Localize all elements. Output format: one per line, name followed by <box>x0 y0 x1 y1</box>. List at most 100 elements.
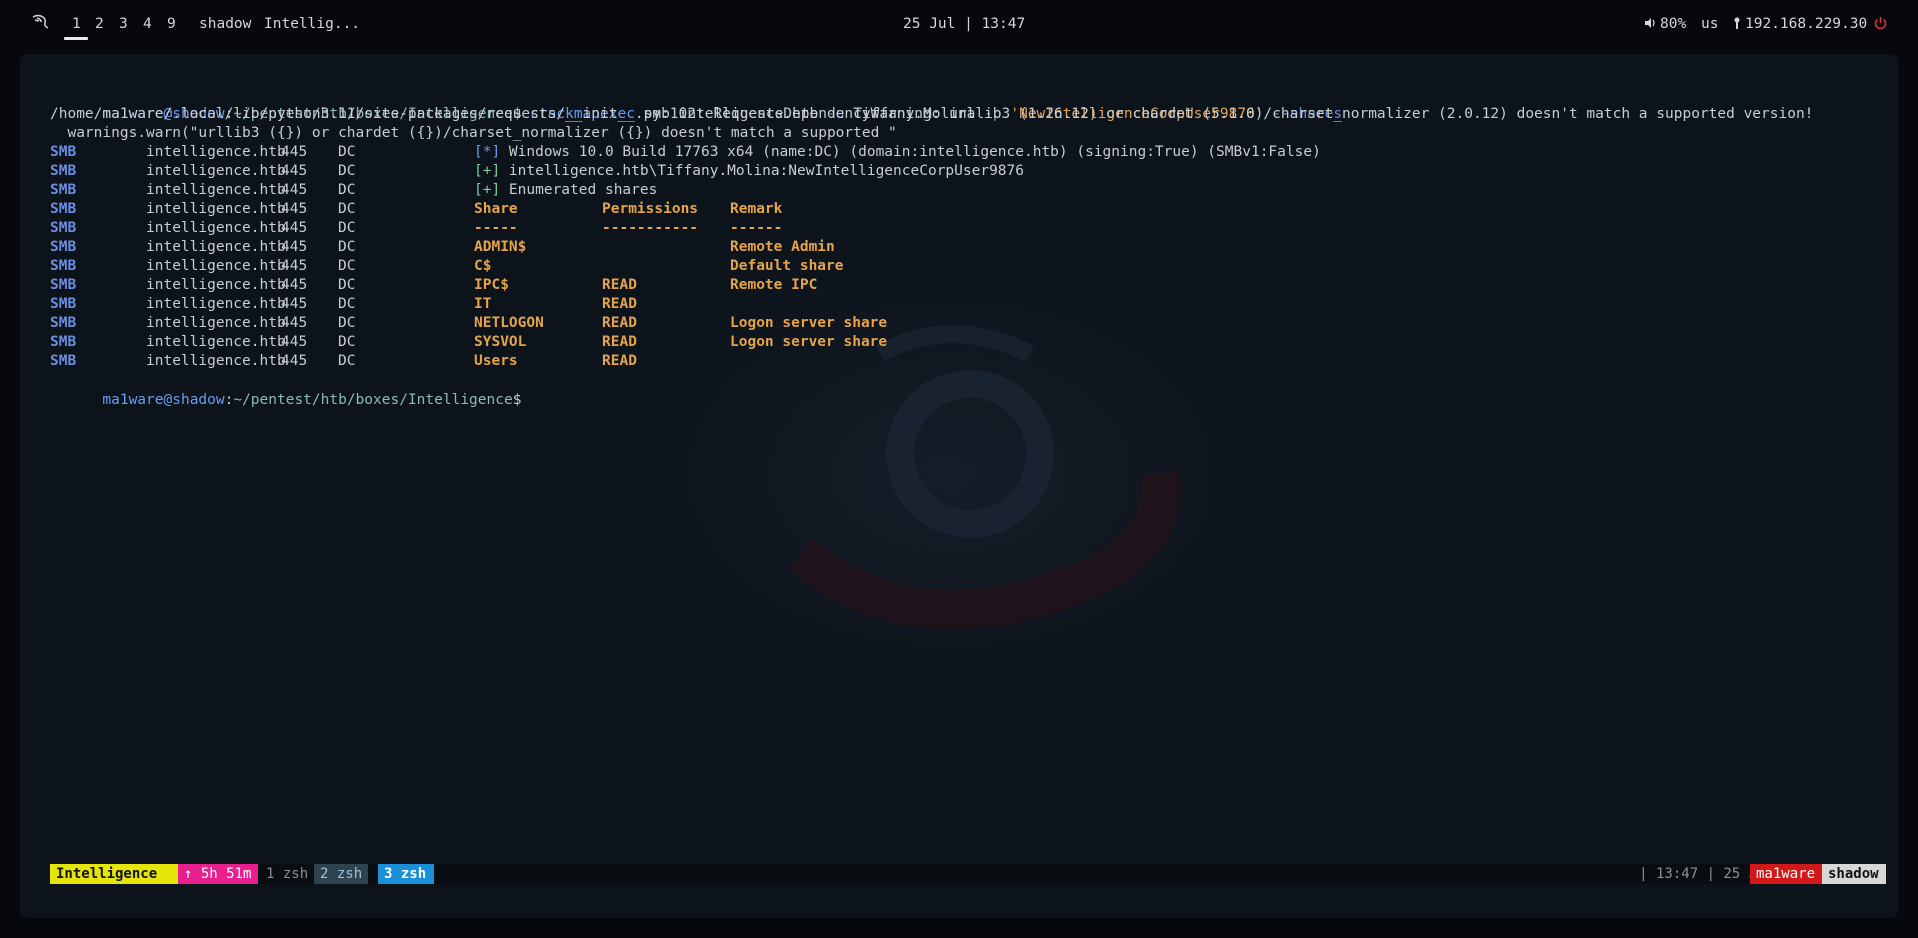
kali-dragon-icon[interactable] <box>32 13 50 33</box>
share-name: Users <box>474 353 518 369</box>
share-row: SMB intelligence.htb 445 DC Users READ <box>50 352 1880 371</box>
smb-host: intelligence.htb <box>146 201 286 217</box>
terminal-window[interactable]: ma1ware@shadow:~/pentest/htb/boxes/Intel… <box>20 54 1898 918</box>
smb-host: intelligence.htb <box>146 163 286 179</box>
divider-remark: ------ <box>730 220 783 236</box>
tmux-uptime: ↑ 5h 51m <box>178 864 258 884</box>
smb-name: DC <box>338 296 356 312</box>
keyboard-layout[interactable]: us <box>1701 16 1718 32</box>
smb-message: intelligence.htb\Tiffany.Molina:NewIntel… <box>500 163 1024 179</box>
volume-level[interactable]: 80% <box>1660 16 1686 32</box>
command-line: ma1ware@shadow:~/pentest/htb/boxes/Intel… <box>50 86 1880 122</box>
smb-host: intelligence.htb <box>146 144 286 160</box>
smb-status-tag: [*] <box>474 144 501 160</box>
clock-date[interactable]: 25 Jul | 13:47 <box>903 16 1025 32</box>
smb-name: DC <box>338 201 356 217</box>
tmux-user: ma1ware <box>1750 864 1822 884</box>
share-row: SMB intelligence.htb 445 DC NETLOGON REA… <box>50 314 1880 333</box>
session-name: Intelligence <box>56 866 158 882</box>
smb-host: intelligence.htb <box>146 258 286 274</box>
smb-name: DC <box>338 163 356 179</box>
window-title[interactable]: Intellig... <box>264 16 360 32</box>
smb-proto: SMB <box>50 220 77 236</box>
smb-port: 445 <box>281 258 308 274</box>
smb-row: SMB intelligence.htb 445 DC [+] Enumerat… <box>50 181 1880 200</box>
text-cursor <box>521 390 530 407</box>
share-permission: READ <box>602 315 637 331</box>
share-table-divider: SMB intelligence.htb 445 DC ----- ------… <box>50 219 1880 238</box>
share-remark: Remote Admin <box>730 239 835 255</box>
share-remark: Logon server share <box>730 334 888 350</box>
workspace-3[interactable]: 3 <box>119 16 128 32</box>
smb-row: SMB intelligence.htb 445 DC [*] Windows … <box>50 143 1880 162</box>
smb-row: SMB intelligence.htb 445 DC [+] intellig… <box>50 162 1880 181</box>
share-name: NETLOGON <box>474 315 544 331</box>
smb-proto: SMB <box>50 144 77 160</box>
terminal-output: ma1ware@shadow:~/pentest/htb/boxes/Intel… <box>50 86 1880 408</box>
share-name: SYSVOL <box>474 334 527 350</box>
share-row: SMB intelligence.htb 445 DC IPC$ READ Re… <box>50 276 1880 295</box>
tmux-window-1[interactable]: 1 zsh <box>260 864 310 884</box>
share-remark: Default share <box>730 258 844 274</box>
smb-proto: SMB <box>50 334 77 350</box>
smb-proto: SMB <box>50 315 77 331</box>
smb-name: DC <box>338 239 356 255</box>
tmux-session[interactable]: Intelligence <box>50 864 178 884</box>
share-name: ADMIN$ <box>474 239 527 255</box>
workspace-1[interactable]: 1 <box>72 16 81 32</box>
smb-name: DC <box>338 334 356 350</box>
smb-port: 445 <box>281 239 308 255</box>
workspace-9[interactable]: 9 <box>167 16 176 32</box>
smb-proto: SMB <box>50 163 77 179</box>
power-icon[interactable] <box>1874 16 1887 34</box>
warning-line-1: /home/ma1ware/.local/lib/python3.11/site… <box>50 106 1814 122</box>
smb-host: intelligence.htb <box>146 239 286 255</box>
column-header-remark: Remark <box>730 201 783 217</box>
share-table-header: SMB intelligence.htb 445 DC Share Permis… <box>50 200 1880 219</box>
smb-proto: SMB <box>50 201 77 217</box>
smb-port: 445 <box>281 163 308 179</box>
smb-status-tag: [+] <box>474 182 501 198</box>
workspace-4[interactable]: 4 <box>143 16 152 32</box>
column-header-permissions: Permissions <box>602 201 699 217</box>
smb-proto: SMB <box>50 239 77 255</box>
smb-host: intelligence.htb <box>146 182 286 198</box>
smb-port: 445 <box>281 296 308 312</box>
share-row: SMB intelligence.htb 445 DC SYSVOL READ … <box>50 333 1880 352</box>
network-icon <box>1733 17 1741 33</box>
workspace-2[interactable]: 2 <box>95 16 104 32</box>
smb-proto: SMB <box>50 353 77 369</box>
volume-icon[interactable] <box>1644 17 1656 33</box>
share-row: SMB intelligence.htb 445 DC IT READ <box>50 295 1880 314</box>
share-remark: Logon server share <box>730 315 888 331</box>
share-permission: READ <box>602 353 637 369</box>
share-name: C$ <box>474 258 492 274</box>
current-prompt[interactable]: ma1ware@shadow:~/pentest/htb/boxes/Intel… <box>50 371 1880 408</box>
tmux-window-3-active[interactable]: 3 zsh <box>378 864 434 884</box>
smb-host: intelligence.htb <box>146 353 286 369</box>
smb-port: 445 <box>281 201 308 217</box>
share-row: SMB intelligence.htb 445 DC ADMIN$ Remot… <box>50 238 1880 257</box>
ip-address[interactable]: 192.168.229.30 <box>1745 16 1867 32</box>
smb-name: DC <box>338 220 356 236</box>
top-bar: 1 2 3 4 9 shadow Intellig... 25 Jul | 13… <box>0 0 1918 50</box>
smb-status-tag: [+] <box>474 163 501 179</box>
smb-port: 445 <box>281 277 308 293</box>
smb-port: 445 <box>281 334 308 350</box>
divider-permissions: ----------- <box>602 220 699 236</box>
smb-name: DC <box>338 182 356 198</box>
smb-host: intelligence.htb <box>146 334 286 350</box>
share-name: IT <box>474 296 492 312</box>
smb-proto: SMB <box>50 258 77 274</box>
divider-share: ----- <box>474 220 518 236</box>
smb-port: 445 <box>281 182 308 198</box>
smb-name: DC <box>338 315 356 331</box>
prompt-user-host: ma1ware@shadow <box>102 392 225 408</box>
smb-message: Windows 10.0 Build 17763 x64 (name:DC) (… <box>500 144 1321 160</box>
share-permission: READ <box>602 277 637 293</box>
smb-proto: SMB <box>50 296 77 312</box>
active-workspace-indicator <box>64 37 88 40</box>
tmux-window-2[interactable]: 2 zsh <box>314 864 368 884</box>
smb-proto: SMB <box>50 182 77 198</box>
smb-port: 445 <box>281 315 308 331</box>
